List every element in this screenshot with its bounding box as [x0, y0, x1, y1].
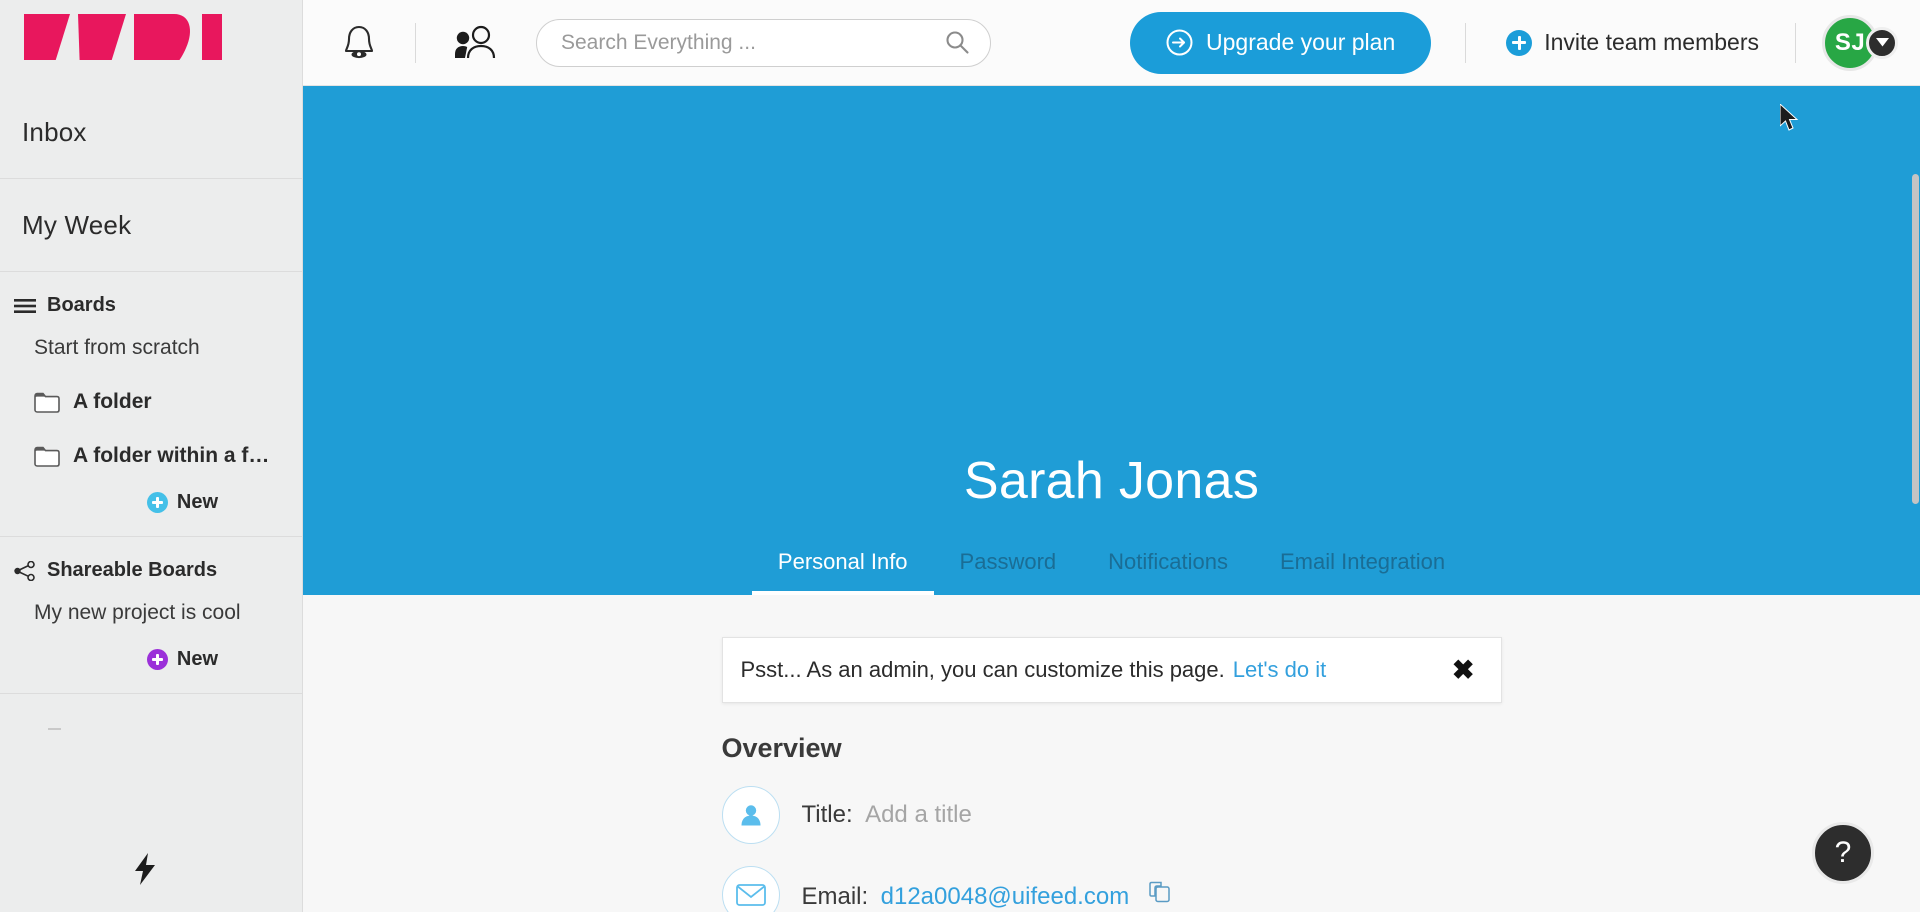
- person-icon: [741, 805, 760, 826]
- sidebar-shareable-new-button[interactable]: New: [0, 640, 302, 693]
- lightning-bolt-icon: [135, 853, 155, 885]
- page-title: Sarah Jonas: [963, 452, 1260, 510]
- header-divider-3: [1795, 22, 1796, 63]
- sidebar-section-myweek: My Week: [0, 179, 302, 272]
- overview-title-field[interactable]: Title: Add a title: [802, 801, 972, 829]
- help-button[interactable]: ?: [1812, 822, 1874, 884]
- sidebar-section-inbox: Inbox: [0, 86, 302, 179]
- header-divider-1: [415, 22, 416, 63]
- copy-icon[interactable]: [1148, 880, 1172, 904]
- profile-body: Psst... As an admin, you can customize t…: [303, 637, 1920, 912]
- search-box[interactable]: [536, 18, 991, 67]
- tab-label: Email Integration: [1279, 549, 1446, 574]
- envelope-icon: [735, 884, 766, 906]
- sidebar-board-label: A folder within a f…: [73, 444, 270, 467]
- banner-text: Psst... As an admin, you can customize t…: [740, 657, 1225, 682]
- envelope-icon-circle: [721, 866, 780, 912]
- app-root: Inbox My Week Boards Start from scratch: [0, 0, 1920, 912]
- monday-logo-icon: [22, 14, 222, 72]
- content-scrollbar-track[interactable]: [1911, 172, 1920, 912]
- search-icon[interactable]: [945, 30, 970, 55]
- sidebar-shareable-label: Shareable Boards: [47, 559, 218, 581]
- content-scrollbar-thumb[interactable]: [1912, 174, 1919, 504]
- notifications-button[interactable]: [341, 24, 377, 62]
- sidebar-boards-header[interactable]: Boards: [0, 272, 302, 321]
- overview-email-label: Email:: [801, 882, 869, 910]
- tab-label: Notifications: [1108, 549, 1228, 574]
- sidebar-item-my-week-label: My Week: [22, 209, 132, 240]
- sidebar-item-inbox-label: Inbox: [22, 116, 87, 147]
- tab-email-integration[interactable]: Email Integration: [1254, 549, 1471, 595]
- people-icon: [455, 25, 496, 58]
- sidebar-board-a-folder-within-a-folder[interactable]: A folder within a f…: [0, 429, 302, 483]
- sidebar-section-boards: Boards Start from scratch A folder A fol…: [0, 272, 302, 537]
- sidebar-shareable-new-label: New: [176, 648, 218, 670]
- tab-notifications[interactable]: Notifications: [1082, 549, 1254, 595]
- main-area: Upgrade your plan Invite team members SJ: [303, 0, 1920, 912]
- bell-icon: [344, 25, 374, 58]
- sidebar: Inbox My Week Boards Start from scratch: [0, 0, 303, 912]
- plus-circle-icon: [1506, 29, 1533, 56]
- sidebar-shareable-board-my-new-project[interactable]: My new project is cool: [0, 586, 302, 640]
- tab-label: Password: [959, 549, 1057, 574]
- upgrade-plan-label: Upgrade your plan: [1206, 29, 1396, 55]
- sidebar-board-start-from-scratch[interactable]: Start from scratch: [0, 321, 302, 375]
- sidebar-board-label: A folder: [73, 390, 152, 413]
- person-icon-circle: [721, 786, 780, 844]
- banner-cta-link[interactable]: Let's do it: [1233, 657, 1326, 683]
- close-icon[interactable]: ✖: [1452, 656, 1475, 684]
- share-icon: [14, 560, 35, 581]
- sidebar-shareable-header[interactable]: Shareable Boards: [0, 537, 302, 586]
- overview-row-title: Title: Add a title: [721, 786, 1502, 844]
- plus-circle-icon: [146, 649, 168, 670]
- tab-label: Personal Info: [777, 549, 908, 574]
- user-menu-caret[interactable]: [1866, 26, 1898, 59]
- folder-icon: [34, 392, 60, 413]
- invite-team-members-label: Invite team members: [1544, 29, 1759, 55]
- sidebar-boards-new-label: New: [176, 491, 218, 513]
- profile-tabs: Personal Info Password Notifications Ema…: [751, 549, 1471, 595]
- overview-title-placeholder: Add a title: [865, 801, 972, 828]
- sidebar-board-label: Start from scratch: [34, 336, 200, 359]
- overview-section: Overview Title: Add a title Email: d12a0…: [721, 733, 1502, 912]
- sidebar-board-a-folder[interactable]: A folder: [0, 375, 302, 429]
- content-area: Sarah Jonas Personal Info Password Notif…: [303, 86, 1920, 912]
- sidebar-boards-label: Boards: [47, 294, 116, 316]
- avatar-initials: SJ: [1834, 28, 1866, 56]
- tab-personal-info[interactable]: Personal Info: [751, 549, 934, 595]
- overview-email-value[interactable]: d12a0048@uifeed.com: [881, 883, 1130, 910]
- invite-team-members-button[interactable]: Invite team members: [1500, 29, 1765, 56]
- header-divider-2: [1465, 22, 1467, 63]
- sidebar-collapse-handle[interactable]: [48, 728, 61, 730]
- user-menu[interactable]: SJ: [1822, 14, 1898, 71]
- sidebar-item-my-week[interactable]: My Week: [0, 179, 302, 271]
- tab-password[interactable]: Password: [934, 549, 1083, 595]
- team-members-button[interactable]: [454, 25, 496, 61]
- upgrade-plan-button[interactable]: Upgrade your plan: [1130, 11, 1432, 74]
- profile-hero: Sarah Jonas Personal Info Password Notif…: [303, 86, 1920, 595]
- overview-heading: Overview: [721, 733, 842, 763]
- sidebar-item-inbox[interactable]: Inbox: [0, 86, 302, 178]
- copy-icon-glyph: [1148, 881, 1170, 902]
- overview-row-email: Email: d12a0048@uifeed.com: [721, 866, 1502, 912]
- chevron-down-icon: [1875, 38, 1889, 47]
- top-header: Upgrade your plan Invite team members SJ: [303, 0, 1920, 86]
- sidebar-shareable-board-label: My new project is cool: [34, 601, 241, 624]
- overview-email-field: Email: d12a0048@uifeed.com: [802, 880, 1172, 911]
- overview-title-label: Title:: [801, 801, 853, 828]
- sidebar-boards-new-button[interactable]: New: [0, 483, 302, 536]
- automations-button[interactable]: [132, 853, 158, 890]
- search-input[interactable]: [561, 30, 945, 55]
- sidebar-footer: [0, 694, 302, 912]
- question-mark-icon: ?: [1834, 836, 1852, 869]
- folder-icon: [34, 446, 60, 467]
- hamburger-icon: [14, 298, 36, 313]
- admin-customize-banner: Psst... As an admin, you can customize t…: [721, 637, 1502, 703]
- sidebar-section-shareable-boards: Shareable Boards My new project is cool …: [0, 537, 302, 694]
- app-logo[interactable]: [0, 0, 302, 86]
- plus-circle-icon: [146, 492, 168, 513]
- arrow-circle-right-icon: [1166, 29, 1193, 56]
